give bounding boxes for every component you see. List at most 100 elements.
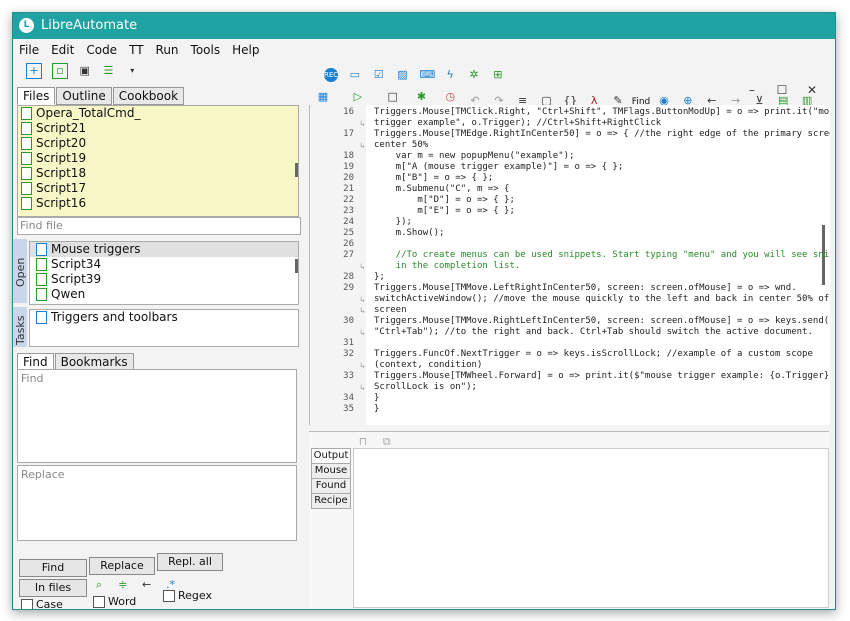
line-number: 16: [343, 107, 354, 117]
output-tab-recipe[interactable]: Recipe: [311, 493, 351, 509]
file-item[interactable]: Script21: [18, 121, 298, 136]
open-list-scrollbar[interactable]: [295, 259, 298, 273]
line-number: 30: [343, 316, 354, 326]
menu-item-code[interactable]: Code: [80, 39, 123, 57]
menu-item-tt[interactable]: TT: [123, 39, 149, 57]
code-text: Triggers.FuncOf.NextTrigger = o => keys.…: [374, 349, 813, 359]
open-item-name: Mouse triggers: [51, 242, 141, 256]
find-input[interactable]: Find: [17, 369, 297, 463]
menu-item-tools[interactable]: Tools: [185, 39, 227, 57]
case-check-box[interactable]: [21, 599, 33, 609]
file-item[interactable]: Script16: [18, 196, 298, 211]
file-name: Script19: [36, 151, 87, 165]
open-item[interactable]: Qwen: [30, 287, 298, 302]
replace-input[interactable]: Replace: [17, 465, 297, 541]
keyboard-icon[interactable]: ⌨: [419, 68, 435, 82]
code-text: }: [374, 404, 380, 414]
script-icon: [21, 167, 32, 180]
checkbox-icon[interactable]: ☑: [372, 68, 386, 82]
script-icon: [21, 107, 32, 120]
file-item[interactable]: Script17: [18, 181, 298, 196]
line-number: 31: [343, 338, 354, 348]
open-item[interactable]: Script34: [30, 257, 298, 272]
toolbar-overflow-icon[interactable]: ▾: [125, 64, 139, 78]
regex-label: Regex: [178, 589, 212, 602]
file-list-scrollbar[interactable]: [295, 163, 298, 177]
line-number: 33: [343, 371, 354, 381]
open-item[interactable]: Script39: [30, 272, 298, 287]
find-button[interactable]: Find: [19, 559, 87, 577]
window-icon[interactable]: ▭: [348, 68, 362, 82]
gear-icon[interactable]: ✲: [467, 68, 481, 82]
folder-search-icon[interactable]: ⌕: [92, 578, 106, 592]
tab-outline[interactable]: Outline: [56, 87, 112, 105]
output-tab-mouse[interactable]: Mouse: [311, 463, 351, 479]
line-number: 21: [343, 184, 354, 194]
run-icon[interactable]: ▷: [351, 90, 365, 104]
in-files-button[interactable]: In files: [19, 579, 87, 597]
line-number: 24: [343, 217, 354, 227]
line-number: 26: [343, 239, 354, 249]
file-name: Script16: [36, 196, 87, 210]
file-item[interactable]: Script18: [18, 166, 298, 181]
list-icon[interactable]: ☰: [101, 64, 115, 78]
debug-icon[interactable]: ✱: [414, 90, 428, 104]
word-checkbox[interactable]: Word: [93, 595, 136, 608]
code-text: m["A (mouse trigger example)"] = o => { …: [374, 162, 624, 172]
output-tab-found[interactable]: Found: [311, 478, 351, 494]
open-item-name: Script34: [51, 257, 102, 271]
save-icon[interactable]: ▣: [78, 64, 92, 78]
regex-check-box[interactable]: [163, 590, 175, 602]
menu-item-run[interactable]: Run: [150, 39, 185, 57]
grid-icon[interactable]: ⊞: [491, 68, 505, 82]
trigger-script-icon: [36, 243, 47, 256]
regex-checkbox[interactable]: Regex: [163, 589, 212, 602]
replace-button[interactable]: Replace: [89, 557, 155, 575]
file-name: Script20: [36, 136, 87, 150]
find-file-input[interactable]: Find file: [17, 217, 301, 235]
replace-all-button[interactable]: Repl. all: [157, 553, 223, 571]
menu-item-help[interactable]: Help: [226, 39, 265, 57]
history-icon[interactable]: ◷: [443, 90, 457, 104]
line-number: 17: [343, 129, 354, 139]
main-toolbar-2: ▦ ▷ □ ✱ ◷: [313, 89, 460, 104]
file-item[interactable]: Script19: [18, 151, 298, 166]
code-text: Triggers.Mouse[TMWheel.Forward] = o => p…: [374, 371, 830, 381]
file-item[interactable]: Script20: [18, 136, 298, 151]
open-item[interactable]: Mouse triggers: [30, 242, 298, 257]
copy-icon[interactable]: ⧉: [380, 435, 394, 449]
filter-icon[interactable]: ≑: [116, 578, 130, 592]
output-panel[interactable]: [353, 448, 829, 608]
script-icon: [36, 311, 47, 324]
wrap-icon: ↳: [360, 141, 365, 150]
stop-icon[interactable]: □: [386, 90, 400, 104]
menu-item-edit[interactable]: Edit: [45, 39, 80, 57]
record-icon[interactable]: REC: [324, 67, 338, 82]
code-text: });: [374, 217, 412, 227]
output-tab-output[interactable]: Output: [311, 448, 351, 464]
trigger-icon[interactable]: ϟ: [443, 68, 457, 82]
new-file-icon[interactable]: +: [26, 63, 42, 79]
window-title: LibreAutomate: [41, 18, 138, 33]
dashboard-icon[interactable]: ▦: [316, 90, 330, 104]
tab-files[interactable]: Files: [17, 87, 56, 105]
menu-item-file[interactable]: File: [13, 39, 45, 57]
new-folder-icon[interactable]: ▫: [51, 63, 68, 79]
script-icon: [36, 273, 47, 286]
code-text: };: [374, 272, 385, 282]
file-item[interactable]: Opera_TotalCmd_: [18, 106, 298, 121]
output-area: ⊓ ⧉ Output Mouse Found Recipe: [309, 431, 829, 608]
code-editor[interactable]: 16 Triggers.Mouse[TMClick.Right, "Ctrl+Sh…: [309, 105, 830, 425]
case-checkbox[interactable]: Case: [21, 598, 63, 609]
left-tabs: Files Outline Cookbook: [17, 87, 185, 105]
word-check-box[interactable]: [93, 596, 105, 608]
lock-icon[interactable]: ⊓: [356, 435, 370, 449]
arrow-left-icon[interactable]: ←: [140, 578, 154, 592]
task-item[interactable]: Triggers and toolbars: [30, 310, 298, 325]
app-window: L LibreAutomate File Edit Code TT Run Tools He…: [12, 12, 836, 610]
image-icon[interactable]: ▨: [395, 68, 409, 82]
line-number: 35: [343, 404, 354, 414]
tab-cookbook[interactable]: Cookbook: [112, 87, 185, 105]
open-panel: Mouse triggers Script34 Script39 Qwen: [29, 241, 299, 305]
file-name: Opera_TotalCmd_: [36, 106, 141, 120]
